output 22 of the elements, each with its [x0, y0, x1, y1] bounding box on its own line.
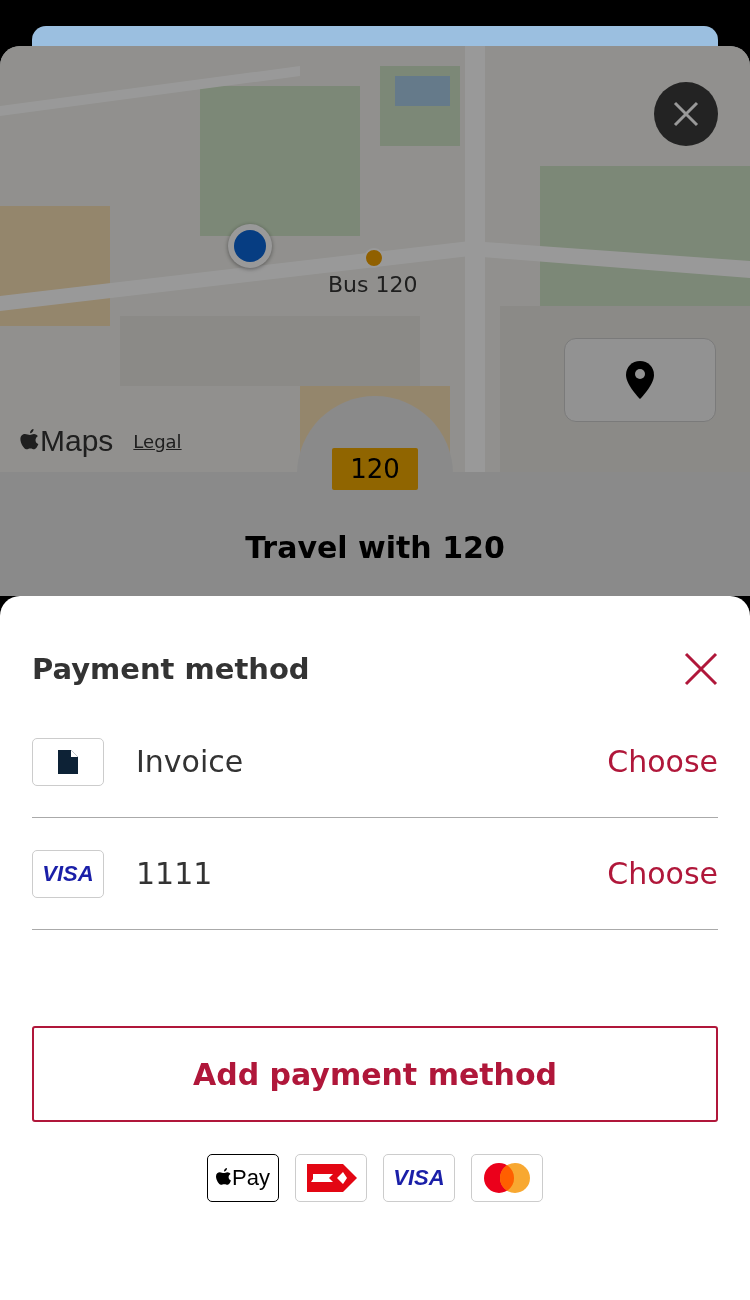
- apple-icon: [216, 1168, 233, 1188]
- document-icon: [58, 749, 78, 774]
- location-button[interactable]: [564, 338, 716, 422]
- visa-text: VISA: [42, 860, 94, 887]
- route-title: Travel with 120: [245, 530, 505, 565]
- sheet-title: Payment method: [32, 652, 310, 686]
- legal-link[interactable]: Legal: [133, 430, 182, 452]
- stop-label: Bus 120: [328, 272, 418, 297]
- route-badge: 120: [332, 448, 418, 490]
- add-payment-button[interactable]: Add payment method: [32, 1026, 718, 1122]
- mastercard-icon: [482, 1162, 532, 1194]
- close-button[interactable]: [684, 652, 718, 686]
- apple-pay-text: Pay: [232, 1165, 270, 1191]
- payment-method-label: 1111: [136, 856, 214, 891]
- choose-link[interactable]: Choose: [607, 856, 718, 891]
- pin-icon: [626, 361, 654, 399]
- visa-text: VISA: [393, 1165, 445, 1191]
- close-icon: [673, 101, 699, 127]
- maps-attribution: Maps: [40, 424, 114, 458]
- payment-method-label: Invoice: [136, 744, 245, 779]
- choose-link[interactable]: Choose: [607, 744, 718, 779]
- close-icon: [684, 652, 718, 686]
